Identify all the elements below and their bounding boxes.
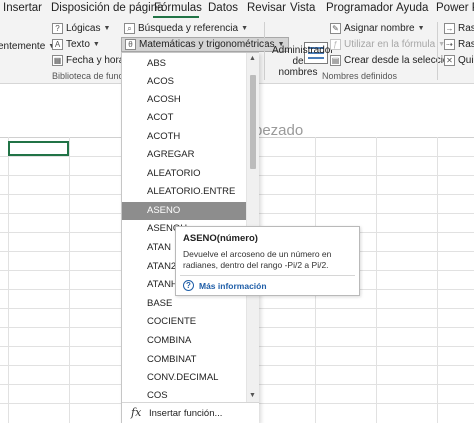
sheet-background-text: bezado [254,122,304,139]
more-info-label: Más información [199,280,267,291]
lookup-reference-button[interactable]: ⌕ Búsqueda y referencia ▼ [124,23,248,34]
formula-icon: ƒ [330,39,341,50]
ribbon-tab-bar: Insertar Disposición de página Fórmulas … [0,0,474,18]
trace-precedents-button[interactable]: → Ras [444,23,474,34]
text-icon: A [52,39,63,50]
tab-revisar[interactable]: Revisar [247,2,286,14]
menu-item-acoth[interactable]: ACOTH [122,128,246,146]
tab-datos[interactable]: Datos [208,2,238,14]
trace-precedents-label: Ras [458,23,474,34]
name-manager-label-line1: Administrador [272,45,334,56]
trace-precedents-icon: → [444,23,455,34]
menu-item-acosh[interactable]: ACOSH [122,91,246,109]
menu-item-aleatorio[interactable]: ALEATORIO [122,165,246,183]
date-time-label: Fecha y hora [66,55,125,66]
gridline [376,137,377,423]
define-name-button[interactable]: ✎ Asignar nombre ▼ [330,23,425,34]
menu-item-combinat[interactable]: COMBINAT [122,351,246,369]
trace-dependents-label: Ras [458,39,474,50]
name-manager-label-line2: de nombres [278,56,318,78]
group-separator [264,22,265,80]
tab-ayuda[interactable]: Ayuda [396,2,428,14]
recently-used-button[interactable]: entemente▼ [0,41,55,52]
math-label: Matemáticas y trigonométricas [139,39,275,50]
remove-arrows-icon: ✕ [444,55,455,66]
tag-icon: ✎ [330,23,341,34]
recently-used-label: entemente [0,41,46,52]
logical-icon: ? [52,23,63,34]
tooltip-title: ASENO(número) [183,233,258,244]
math-icon: θ [125,39,136,50]
menu-item-base[interactable]: BASE [122,295,246,313]
menu-item-conv-decimal[interactable]: CONV.DECIMAL [122,369,246,387]
grid-icon: ▤ [330,55,341,66]
lookup-icon: ⌕ [124,23,135,34]
tooltip-description: Devuelve el arcoseno de un número en rad… [183,249,332,270]
calendar-icon: ▦ [52,55,63,66]
lookup-label: Búsqueda y referencia [138,23,239,34]
tab-insertar[interactable]: Insertar [3,2,42,14]
menu-item-acot[interactable]: ACOT [122,109,246,127]
trace-dependents-button[interactable]: ⇢ Ras [444,39,474,50]
menu-item-aseno[interactable]: ASENO [122,202,246,220]
function-fx-icon: fx [131,406,142,419]
help-icon: ? [183,280,194,291]
more-info-link[interactable]: ? Más información [183,280,267,291]
scrollbar-thumb[interactable] [250,75,256,169]
menu-item-aleatorio-entre[interactable]: ALEATORIO.ENTRE [122,183,246,201]
menu-item-acos[interactable]: ACOS [122,73,246,91]
logical-button[interactable]: ? Lógicas ▼ [52,23,110,34]
text-label: Texto [66,39,90,50]
name-manager-label[interactable]: Administrador de nombres [272,45,334,78]
create-from-selection-button[interactable]: ▤ Crear desde la selección [330,55,454,66]
chevron-down-icon: ▼ [241,25,249,32]
remove-arrows-label: Qui [458,55,474,66]
tab-disposicion-pagina[interactable]: Disposición de página [51,2,164,14]
logical-label: Lógicas [66,23,101,34]
define-name-label: Asignar nombre [344,23,415,34]
group-separator [437,22,438,80]
insert-function-item[interactable]: fx Insertar función... [122,402,259,423]
insert-function-label: Insertar función... [149,408,223,419]
tab-power-pivot[interactable]: Power Pi [436,2,474,14]
tab-programador[interactable]: Programador [326,2,393,14]
scroll-down-icon[interactable]: ▼ [249,392,256,399]
tab-formulas[interactable]: Fórmulas [154,2,202,14]
active-cell[interactable] [8,141,69,156]
tab-vista[interactable]: Vista [290,2,315,14]
gridline [69,137,70,423]
text-button[interactable]: A Texto ▼ [52,39,100,50]
gridline [437,137,438,423]
gridline [8,137,9,423]
remove-arrows-button[interactable]: ✕ Qui [444,55,474,66]
menu-item-cociente[interactable]: COCIENTE [122,313,246,331]
menu-item-abs[interactable]: ABS [122,55,246,73]
defined-names-group-label: Nombres definidos [322,71,398,81]
function-tooltip: ASENO(número) Devuelve el arcoseno de un… [175,226,360,296]
chevron-down-icon: ▼ [417,25,425,32]
use-in-formula-button[interactable]: ƒ Utilizar en la fórmula ▼ [330,39,445,50]
scroll-up-icon[interactable]: ▲ [249,55,256,62]
use-in-formula-label: Utilizar en la fórmula [344,39,436,50]
trace-dependents-icon: ⇢ [444,39,455,50]
menu-item-agregar[interactable]: AGREGAR [122,146,246,164]
tooltip-divider [180,275,355,276]
menu-item-combina[interactable]: COMBINA [122,332,246,350]
chevron-down-icon: ▼ [103,25,111,32]
chevron-down-icon: ▼ [92,41,100,48]
